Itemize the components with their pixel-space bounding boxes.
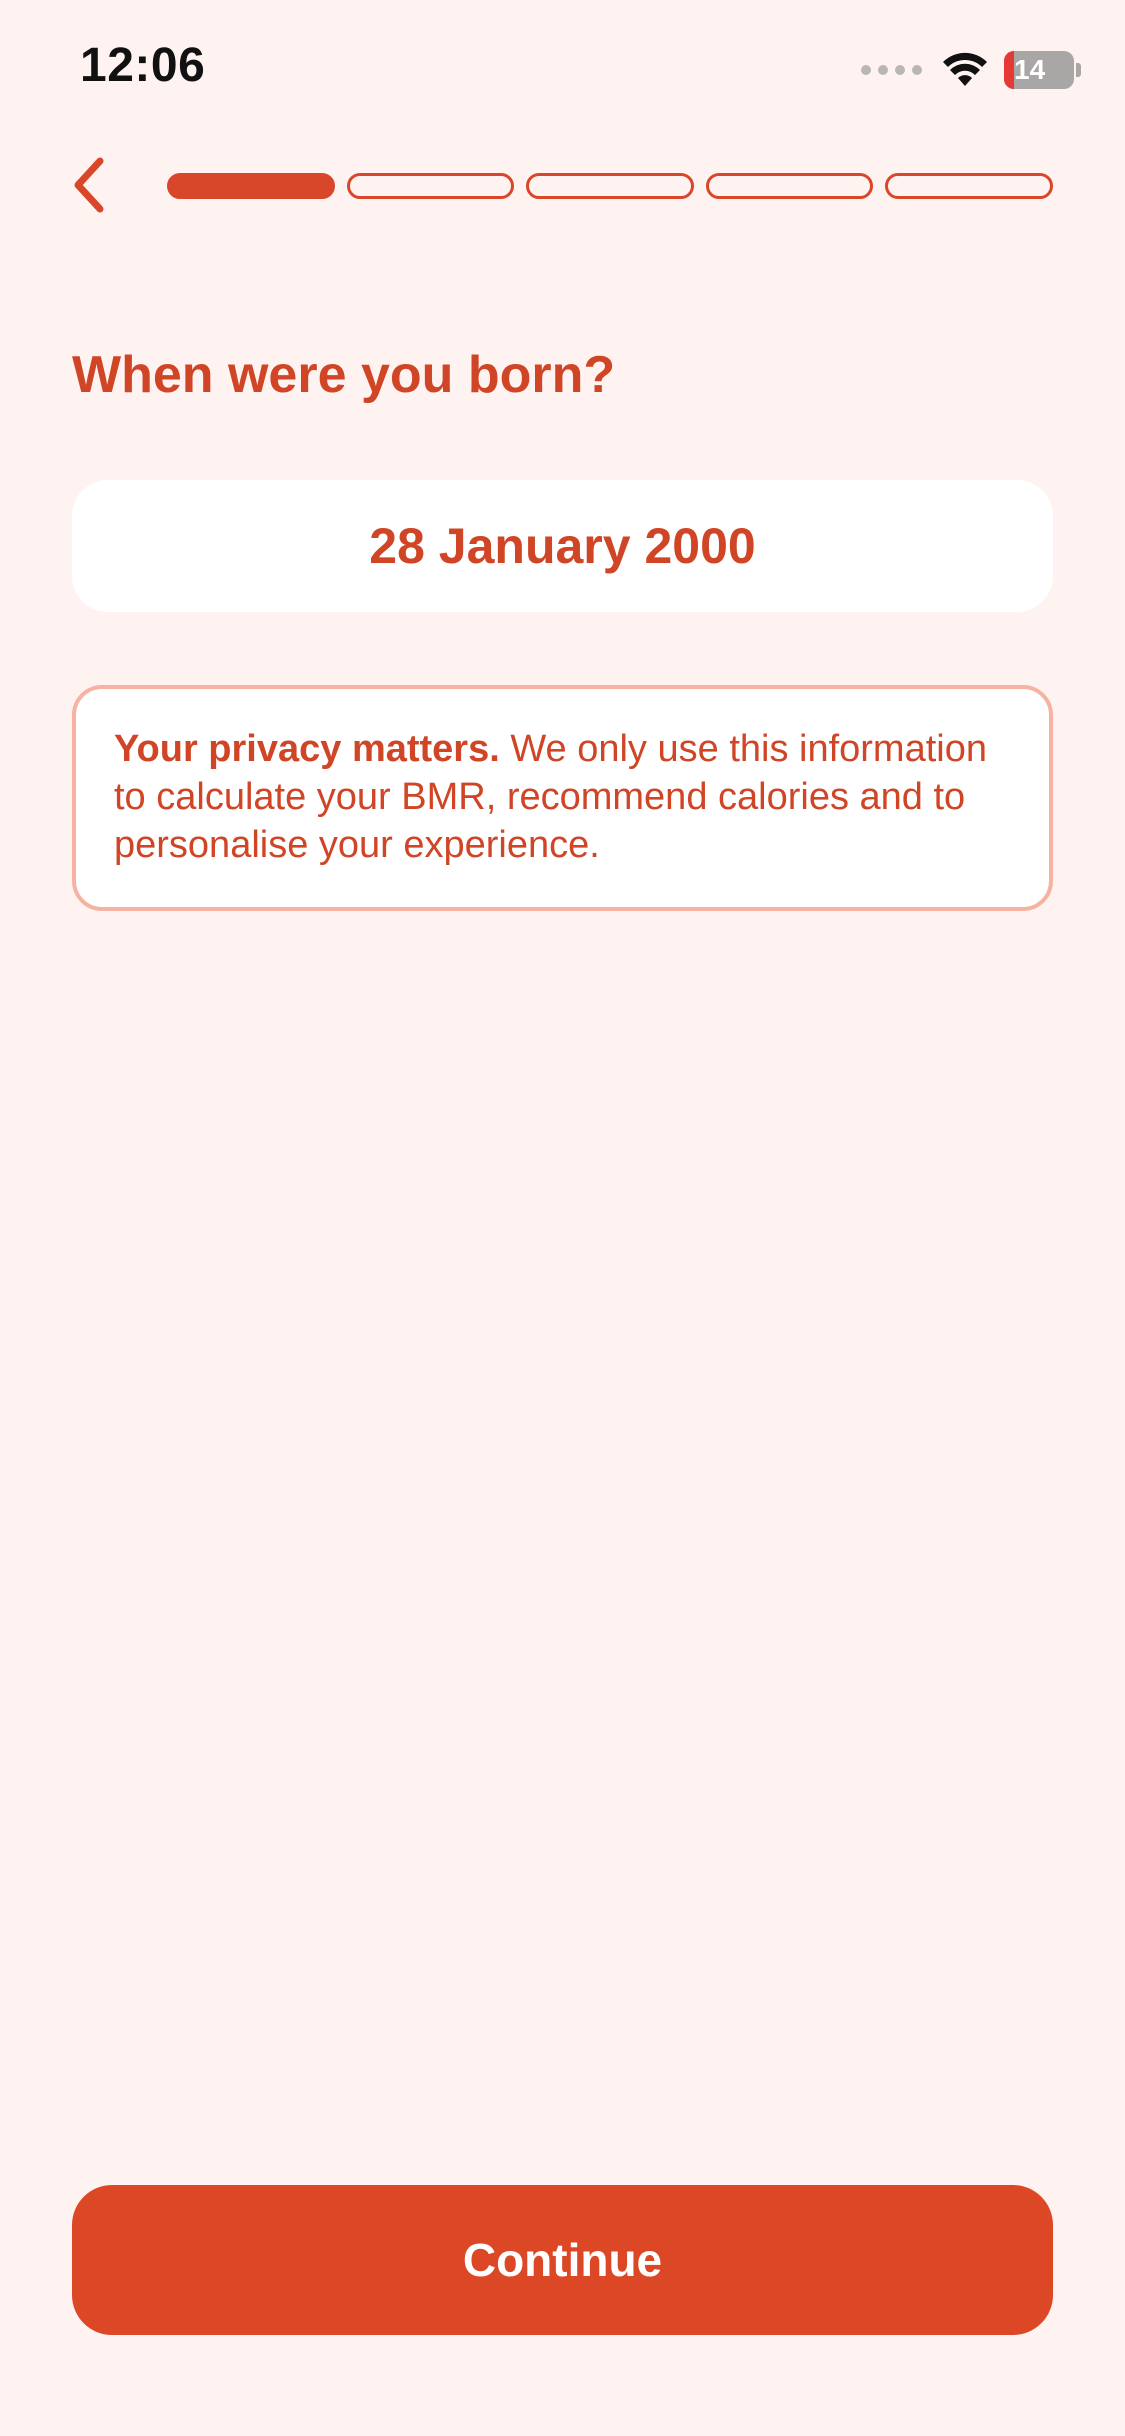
battery-level (1004, 51, 1014, 89)
progress-bar (167, 173, 1053, 199)
status-time: 12:06 (80, 39, 206, 92)
birth-date-field[interactable]: 28 January 2000 (72, 480, 1053, 612)
wifi-icon (943, 52, 987, 86)
continue-button[interactable]: Continue (72, 2185, 1053, 2335)
signal-dots-icon (861, 65, 922, 75)
battery-cap (1076, 63, 1081, 77)
progress-segment (705, 173, 874, 199)
battery-text: 14 (1014, 54, 1046, 85)
privacy-notice: Your privacy matters. We only use this i… (72, 685, 1053, 911)
chevron-left-icon (74, 157, 104, 213)
progress-segment (526, 173, 694, 199)
progress-segment (885, 173, 1053, 199)
status-icons: 14 (861, 48, 1081, 92)
progress-segment (346, 173, 515, 199)
progress-segment (167, 173, 335, 199)
privacy-title: Your privacy matters. (114, 728, 500, 770)
page-title: When were you born? (72, 346, 616, 404)
battery-icon: 14 (1004, 51, 1074, 89)
back-button[interactable] (58, 150, 118, 220)
